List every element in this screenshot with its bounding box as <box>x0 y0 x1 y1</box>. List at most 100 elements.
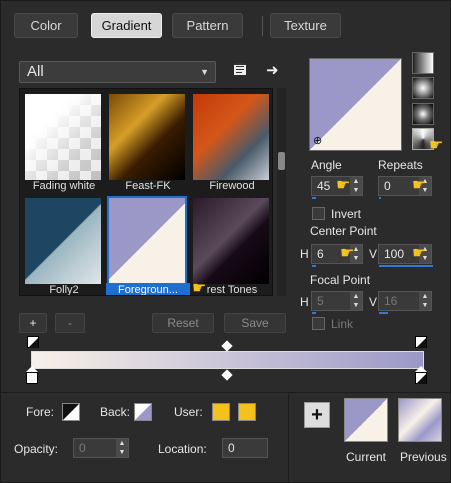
location-label: Location: <box>158 442 207 456</box>
user-color-swatch-2[interactable] <box>238 403 256 421</box>
pointer-hand-icon: ☛ <box>340 245 355 262</box>
gradient-preview <box>193 198 269 284</box>
library-item-label: Folly2 <box>49 284 79 296</box>
gradient-preview <box>109 94 185 180</box>
linear-style-button[interactable] <box>412 52 434 74</box>
location-input[interactable]: 0 <box>222 438 268 458</box>
angle-value: 45 <box>317 179 331 193</box>
opacity-stop-left[interactable] <box>27 336 39 348</box>
gradient-preview-large[interactable]: ⊕ <box>309 58 402 151</box>
focal-v-label: V <box>369 295 378 309</box>
focal-point-label: Focal Point <box>310 273 371 287</box>
pointer-hand-icon: ☛ <box>412 177 427 194</box>
library-item-label: Firewood <box>209 180 255 192</box>
library-item[interactable]: Foregroun... <box>106 195 190 295</box>
angle-label: Angle <box>311 158 342 172</box>
previous-swatch[interactable] <box>398 398 442 442</box>
user-color-swatch[interactable] <box>212 403 230 421</box>
center-v-label: V <box>369 247 378 261</box>
back-label: Back: <box>100 405 131 419</box>
spin-arrows-icon[interactable]: ▲ ▼ <box>116 439 128 457</box>
repeats-value: 0 <box>384 179 391 193</box>
category-dropdown[interactable]: All ▼ <box>19 61 216 83</box>
reset-button[interactable]: Reset <box>152 313 214 333</box>
remove-gradient-button[interactable]: - <box>55 313 85 333</box>
tab-color[interactable]: Color <box>14 13 78 38</box>
fore-color-swatch[interactable] <box>62 403 80 421</box>
radial-style-button[interactable] <box>412 77 434 99</box>
pointer-hand-icon: ☛ <box>412 245 427 262</box>
location-value: 0 <box>228 441 235 455</box>
user-label: User: <box>174 405 203 419</box>
save-button[interactable]: Save <box>224 313 286 333</box>
repeats-label: Repeats <box>378 158 423 172</box>
tab-divider <box>262 16 263 36</box>
current-label: Current <box>346 450 387 464</box>
center-h-progress <box>312 265 316 267</box>
section-divider <box>0 392 451 393</box>
current-swatch[interactable] <box>344 398 388 442</box>
spin-arrows-icon[interactable]: ▲ ▼ <box>350 177 362 195</box>
spin-arrows-icon[interactable]: ▲ ▼ <box>350 292 362 310</box>
pointer-hand-icon: ☛ <box>429 137 444 154</box>
focal-h-progress <box>312 312 316 314</box>
focal-h-input[interactable]: 5 ▲ ▼ <box>311 291 363 314</box>
gradient-preview <box>25 198 101 284</box>
section-divider <box>288 394 289 482</box>
spin-arrows-icon[interactable]: ▲ ▼ <box>419 292 431 310</box>
focal-v-value: 16 <box>384 294 398 308</box>
library-item[interactable]: Firewood <box>190 91 270 192</box>
tab-gradient[interactable]: Gradient <box>91 13 162 38</box>
focal-h-value: 5 <box>317 294 324 308</box>
opacity-input[interactable]: 0 ▲ ▼ <box>73 438 129 458</box>
opacity-label: Opacity: <box>14 442 59 456</box>
center-h-input[interactable]: 6 ▲ ▼ <box>311 244 363 267</box>
add-gradient-button[interactable]: + <box>19 313 47 333</box>
pointer-hand-icon: ☛ <box>192 280 207 297</box>
gradient-preview <box>107 196 187 286</box>
resource-manager-icon[interactable] <box>233 62 247 76</box>
back-color-swatch[interactable] <box>134 403 152 421</box>
library-item[interactable]: Fading white <box>22 91 102 192</box>
center-v-progress <box>379 265 433 267</box>
opacity-value: 0 <box>79 441 86 455</box>
focal-v-progress <box>379 312 388 314</box>
tab-pattern[interactable]: Pattern <box>172 13 243 38</box>
gradient-editor-bar[interactable] <box>31 351 424 369</box>
add-to-swatches-button[interactable]: + <box>304 402 330 428</box>
arrow-right-icon[interactable]: ➜ <box>266 61 279 79</box>
center-point-label: Center Point <box>310 224 377 238</box>
previous-label: Previous <box>400 450 447 464</box>
crosshair-icon: ⊕ <box>313 135 323 147</box>
color-stop-right[interactable] <box>415 372 427 384</box>
link-label: Link <box>331 317 354 331</box>
invert-checkbox[interactable] <box>312 207 325 220</box>
link-checkbox[interactable] <box>312 317 325 330</box>
pointer-hand-icon: ☛ <box>336 177 351 194</box>
focal-v-input[interactable]: 16 ▲ ▼ <box>378 291 432 314</box>
library-item-label: Feast-FK <box>125 180 171 192</box>
focal-h-label: H <box>300 295 309 309</box>
color-stop-left[interactable] <box>26 372 38 384</box>
invert-label: Invert <box>331 207 362 221</box>
gradient-preview <box>25 94 101 180</box>
angle-progress <box>312 197 316 199</box>
library-item[interactable]: rest Tones <box>190 195 270 295</box>
scrollbar-thumb[interactable] <box>278 152 285 170</box>
fore-label: Fore: <box>26 405 55 419</box>
library-item[interactable]: Feast-FK <box>106 91 186 192</box>
library-item-label: Fading white <box>32 180 96 192</box>
center-h-label: H <box>300 247 309 261</box>
center-v-value: 100 <box>384 247 405 261</box>
repeats-progress <box>379 197 381 199</box>
library-scrollbar[interactable] <box>277 88 286 296</box>
gradient-preview <box>193 94 269 180</box>
library-item[interactable]: Folly2 <box>22 195 102 295</box>
chevron-down-icon: ▼ <box>200 67 209 77</box>
category-value: All <box>27 63 44 80</box>
rectangular-style-button[interactable] <box>412 103 434 125</box>
library-item-label: Foregroun... <box>106 283 190 295</box>
tab-texture[interactable]: Texture <box>270 13 341 38</box>
gradient-library: Fading white Feast-FK Firewood Folly2 Fo… <box>19 88 273 296</box>
opacity-stop-right[interactable] <box>415 336 427 348</box>
